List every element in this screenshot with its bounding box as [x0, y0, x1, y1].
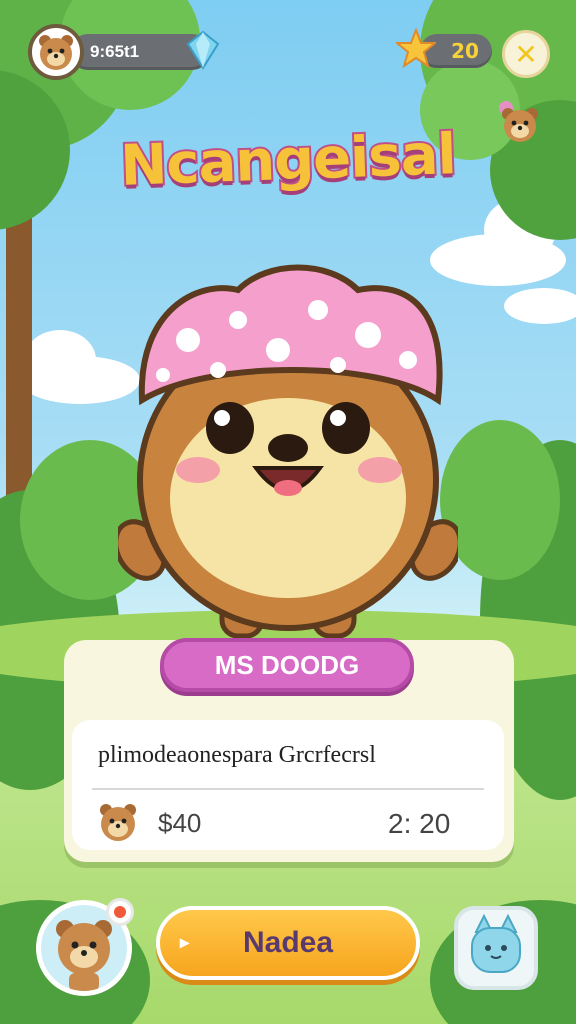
- timer-text: 2: 20: [388, 808, 451, 839]
- play-icon: ▸: [180, 932, 190, 952]
- divider: [92, 788, 484, 790]
- notification-badge[interactable]: [106, 898, 134, 926]
- main-action-label: Nadea: [242, 926, 334, 959]
- character-name: MS DOODG: [214, 649, 360, 680]
- close-button[interactable]: ✕: [502, 30, 550, 78]
- hero-character: [118, 264, 458, 639]
- character-name-button[interactable]: MS DOODG: [160, 638, 414, 692]
- price-text: $40: [158, 808, 202, 838]
- gem-icon: [186, 30, 220, 70]
- pet-button[interactable]: [454, 906, 538, 990]
- player-avatar[interactable]: [28, 24, 84, 80]
- stars-count: 20: [451, 39, 479, 63]
- alert-dot-icon: [114, 906, 126, 918]
- bear-face-icon: [39, 35, 73, 70]
- description-text: plimodeaonespara Grcrfecrsl: [98, 742, 376, 768]
- time-text: 9:65t1: [90, 42, 140, 61]
- main-action-button[interactable]: ▸ Nadea: [156, 906, 420, 980]
- bear-price-icon: [100, 804, 136, 841]
- close-icon: ✕: [514, 37, 538, 71]
- game-scene: 9:65t1 20 ✕ Ncangeisal MS DOODG plimodea…: [0, 0, 576, 1024]
- cat-icon: [471, 913, 521, 973]
- star-icon: [396, 28, 436, 68]
